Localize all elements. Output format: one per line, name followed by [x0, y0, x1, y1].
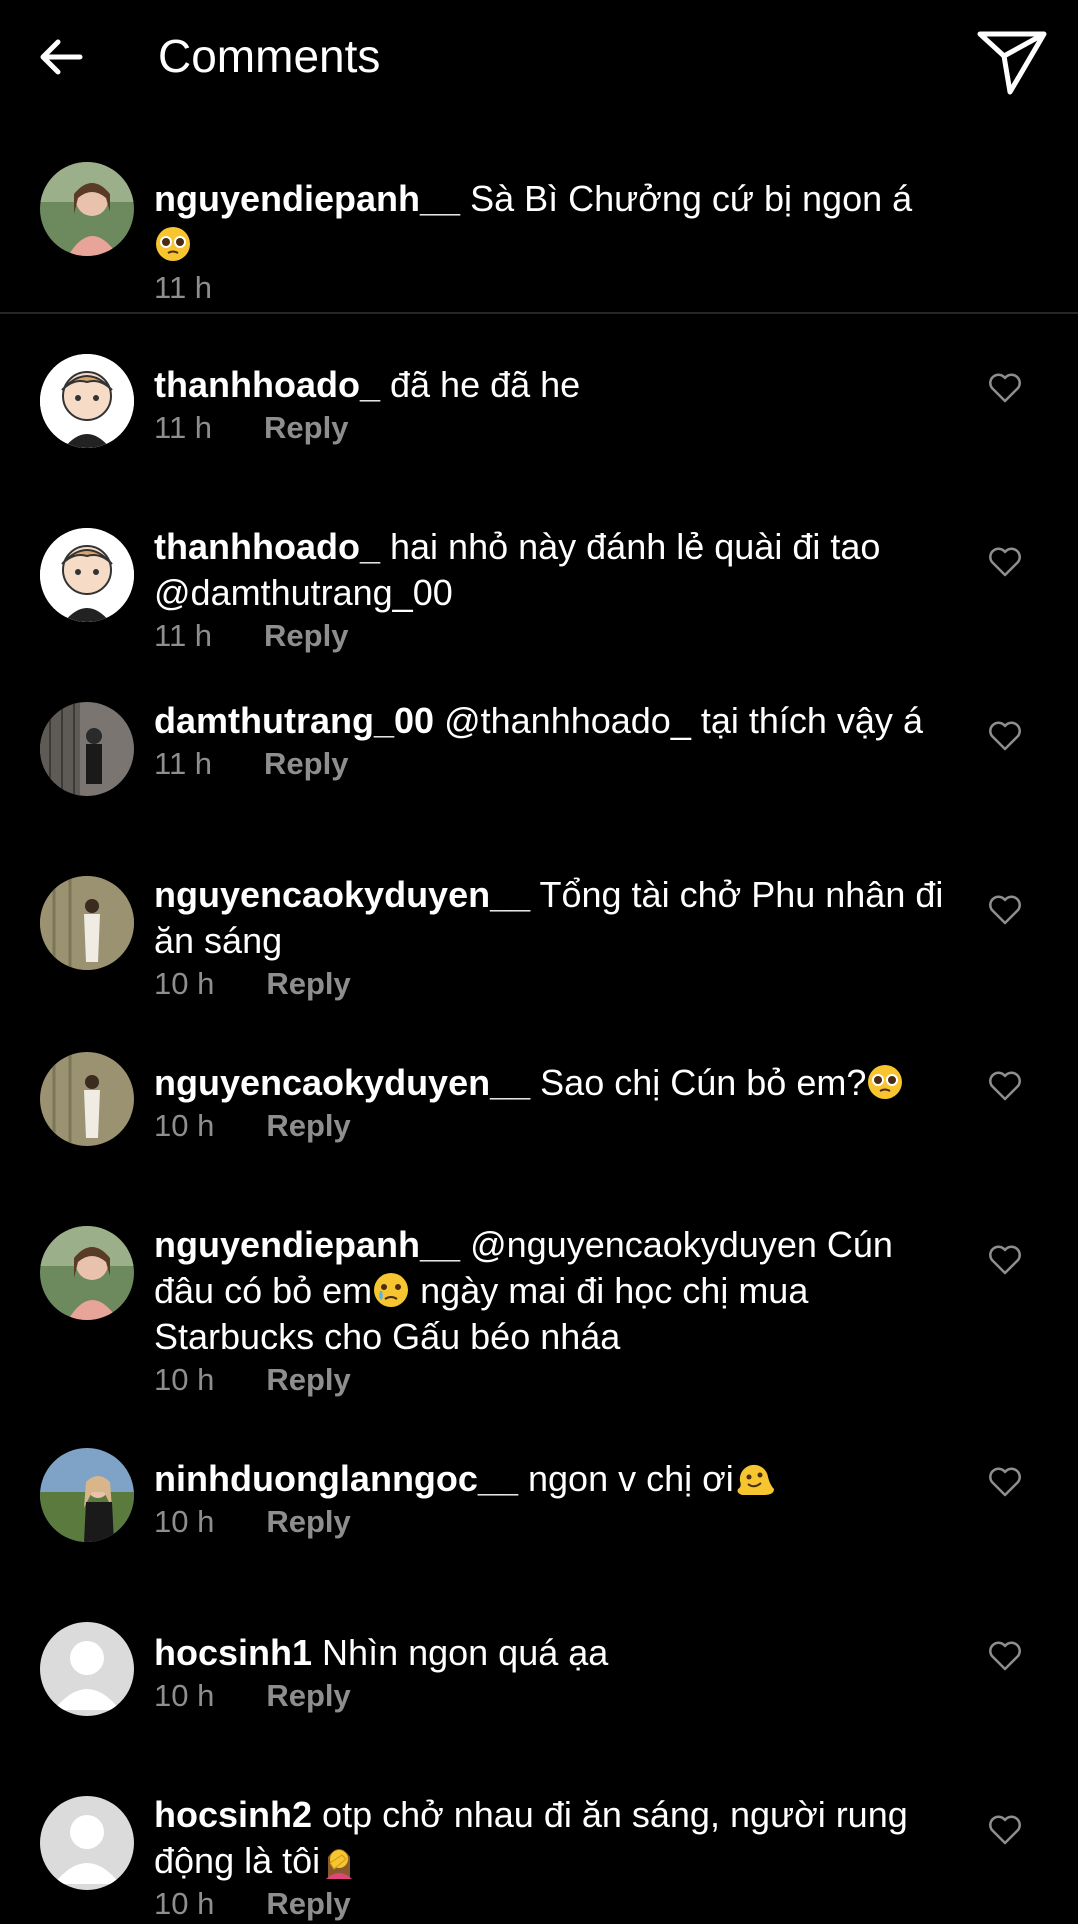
comment-time: 10 h: [154, 1108, 215, 1143]
heart-icon[interactable]: [988, 1640, 1022, 1672]
reply-button[interactable]: Reply: [266, 1886, 350, 1921]
avatar[interactable]: [40, 354, 134, 448]
melting-face-emoji: [737, 1464, 774, 1495]
comment-time: 11 h: [154, 410, 213, 445]
avatar[interactable]: [40, 1448, 134, 1542]
reply-button[interactable]: Reply: [266, 1362, 350, 1397]
comment-text: Nhìn ngon quá ạa: [322, 1632, 609, 1673]
page-title: Comments: [158, 30, 381, 82]
reply-button[interactable]: Reply: [266, 1678, 350, 1713]
woman-facepalming-emoji: [326, 1849, 353, 1879]
comment-time: 11 h: [154, 618, 213, 653]
reply-button[interactable]: Reply: [264, 746, 348, 781]
comment-time: 11 h: [154, 270, 213, 305]
avatar[interactable]: [40, 1622, 134, 1716]
comment-time: 10 h: [154, 1886, 215, 1921]
comment-text: đã he đã he: [390, 364, 581, 405]
avatar[interactable]: [40, 162, 134, 256]
comment-time: 10 h: [154, 1678, 215, 1713]
paper-plane-icon[interactable]: [976, 26, 1048, 96]
heart-icon[interactable]: [988, 1814, 1022, 1846]
heart-icon[interactable]: [988, 894, 1022, 926]
comment-username[interactable]: hocsinh1: [154, 1632, 312, 1673]
heart-icon[interactable]: [988, 1070, 1022, 1102]
pleading-face-emoji: [156, 227, 190, 261]
caption-text: Sà Bì Chưởng cứ bị ngon á: [470, 178, 913, 219]
comment-text: Sao chị Cún bỏ em?: [540, 1062, 867, 1103]
avatar[interactable]: [40, 528, 134, 622]
avatar[interactable]: [40, 702, 134, 796]
heart-icon[interactable]: [988, 1244, 1022, 1276]
reply-button[interactable]: Reply: [264, 410, 348, 445]
avatar[interactable]: [40, 876, 134, 970]
comment-text: ngon v chị ơi: [528, 1458, 734, 1499]
comment-username[interactable]: nguyendiepanh__: [154, 178, 460, 219]
comment-username[interactable]: thanhhoado_: [154, 364, 380, 405]
comment-username[interactable]: nguyencaokyduyen__: [154, 874, 530, 915]
comment-time: 11 h: [154, 746, 213, 781]
reply-button[interactable]: Reply: [266, 1108, 350, 1143]
comment-username[interactable]: hocsinh2: [154, 1794, 312, 1835]
avatar[interactable]: [40, 1226, 134, 1320]
caption-body: nguyendiepanh__ Sà Bì Chưởng cứ bị ngon …: [154, 176, 944, 308]
avatar[interactable]: [40, 1052, 134, 1146]
post-caption: nguyendiepanh__ Sà Bì Chưởng cứ bị ngon …: [0, 140, 1078, 314]
heart-icon[interactable]: [988, 546, 1022, 578]
comment-time: 10 h: [154, 1504, 215, 1539]
top-bar: Comments: [0, 0, 1078, 118]
arrow-left-icon[interactable]: [36, 32, 86, 82]
crying-face-emoji: [374, 1273, 409, 1307]
reply-button[interactable]: Reply: [264, 618, 348, 653]
heart-icon[interactable]: [988, 720, 1022, 752]
pleading-face-emoji: [868, 1065, 903, 1099]
comment-username[interactable]: nguyencaokyduyen__: [154, 1062, 530, 1103]
comment-text: @thanhhoado_ tại thích vậy á: [444, 700, 923, 741]
reply-button[interactable]: Reply: [266, 966, 350, 1001]
comment-time: 10 h: [154, 1362, 215, 1397]
reply-button[interactable]: Reply: [266, 1504, 350, 1539]
comment-username[interactable]: nguyendiepanh__: [154, 1224, 460, 1265]
comment-username[interactable]: thanhhoado_: [154, 526, 380, 567]
comment-username[interactable]: ninhduonglanngoc__: [154, 1458, 518, 1499]
avatar[interactable]: [40, 1796, 134, 1890]
comment-username[interactable]: damthutrang_00: [154, 700, 434, 741]
heart-icon[interactable]: [988, 1466, 1022, 1498]
comment-time: 10 h: [154, 966, 215, 1001]
heart-icon[interactable]: [988, 372, 1022, 404]
